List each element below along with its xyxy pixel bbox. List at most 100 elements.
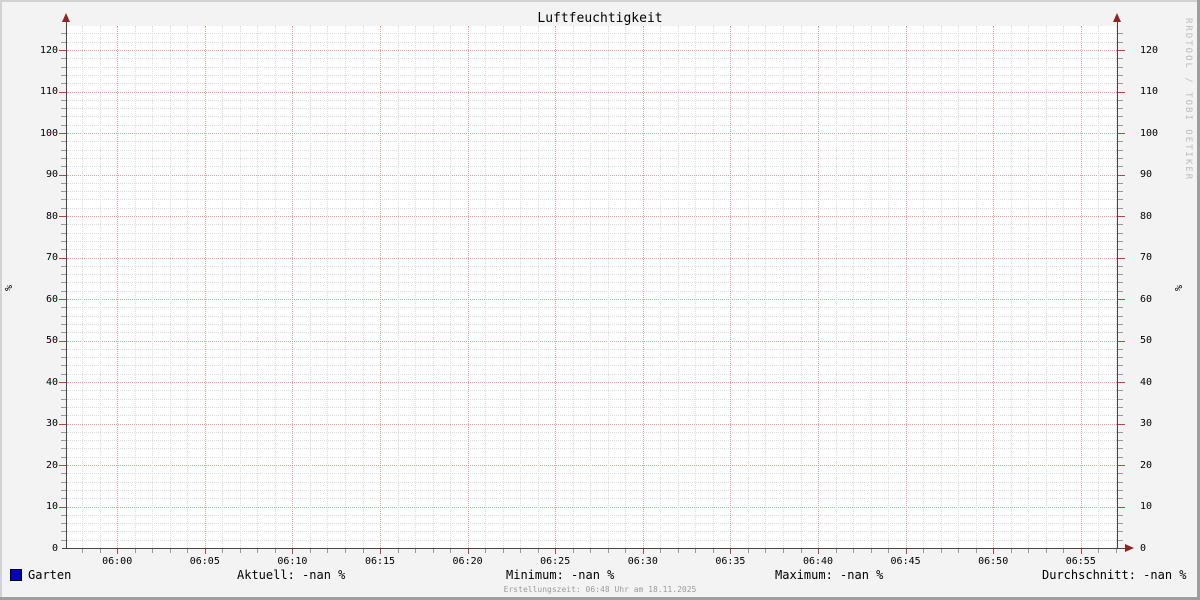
x-axis-tick-major [380, 549, 381, 554]
x-axis-tick-minor [695, 549, 696, 553]
gridline-h-minor [67, 199, 1117, 200]
x-axis-tick-major [643, 549, 644, 554]
y-axis-tick-label-left: 50 [24, 334, 58, 347]
y-axis-tick-minor [61, 291, 66, 292]
gridline-v-major [818, 26, 819, 548]
gridline-h-minor [67, 482, 1117, 483]
gridline-h-minor [67, 42, 1117, 43]
gridline-v-minor [363, 26, 364, 548]
gridline-v-minor [590, 26, 591, 548]
y-axis-tick-major [1118, 424, 1125, 425]
y-axis-tick-minor [61, 473, 66, 474]
y-axis-tick-minor [61, 125, 66, 126]
gridline-v-major [292, 26, 293, 548]
y-axis-tick-minor [1118, 108, 1123, 109]
y-axis-tick-label-right: 70 [1140, 251, 1180, 264]
x-axis-tick-label: 06:00 [88, 555, 146, 568]
gridline-h-minor [67, 233, 1117, 234]
gridline-v-minor [853, 26, 854, 548]
y-axis-tick-label-left: 20 [24, 459, 58, 472]
x-axis-tick-label: 06:50 [964, 555, 1022, 568]
gridline-h-minor [67, 150, 1117, 151]
x-axis-tick-minor [573, 549, 574, 553]
gridline-h-minor [67, 291, 1117, 292]
gridline-v-minor [941, 26, 942, 548]
y-axis-tick-minor [61, 67, 66, 68]
y-axis-tick-minor [1118, 224, 1123, 225]
y-axis-tick-major [1118, 50, 1125, 51]
plot-area [67, 26, 1117, 548]
y-axis-tick-label-right: 50 [1140, 334, 1180, 347]
gridline-h-minor [67, 515, 1117, 516]
x-axis-tick-minor [240, 549, 241, 553]
y-axis-tick-minor [1118, 233, 1123, 234]
gridline-v-minor [573, 26, 574, 548]
y-axis-tick-minor [1118, 83, 1123, 84]
y-axis-tick-minor [61, 166, 66, 167]
gridline-v-minor [240, 26, 241, 548]
gridline-h-minor [67, 473, 1117, 474]
gridline-h-minor [67, 357, 1117, 358]
gridline-v-minor [836, 26, 837, 548]
legend-stat-maximum: Maximum: -nan % [775, 568, 883, 583]
y-axis-tick-minor [61, 357, 66, 358]
y-axis-tick-minor [61, 432, 66, 433]
y-axis-tick-label-left: 30 [24, 417, 58, 430]
y-axis-tick-label-left: 120 [24, 44, 58, 57]
y-axis-tick-minor [61, 233, 66, 234]
rrdtool-watermark: RRDTOOL / TOBI OETIKER [1183, 18, 1193, 181]
y-axis-tick-major [1118, 465, 1125, 466]
y-axis-tick-major [59, 50, 66, 51]
x-axis-tick-minor [923, 549, 924, 553]
gridline-v-minor [1063, 26, 1064, 548]
x-axis-tick-label: 06:40 [789, 555, 847, 568]
creation-timestamp: Erstellungszeit: 06:48 Uhr am 18.11.2025 [0, 585, 1200, 594]
y-axis-tick-major [1118, 341, 1125, 342]
y-axis-tick-minor [1118, 490, 1123, 491]
gridline-h-minor [67, 407, 1117, 408]
y-axis-tick-minor [1118, 390, 1123, 391]
y-axis-tick-label-right: 20 [1140, 459, 1180, 472]
y-axis-tick-minor [1118, 407, 1123, 408]
gridline-h-minor [67, 83, 1117, 84]
x-axis-tick-minor [363, 549, 364, 553]
x-axis-tick-minor [1098, 549, 1099, 553]
x-axis-tick-minor [433, 549, 434, 553]
gridline-v-minor [100, 26, 101, 548]
y-axis-tick-major [1118, 175, 1125, 176]
gridline-h-minor [67, 208, 1117, 209]
gridline-v-minor [660, 26, 661, 548]
x-axis-tick-minor [310, 549, 311, 553]
y-axis-tick-minor [61, 183, 66, 184]
y-axis-right [1117, 22, 1118, 549]
x-axis-tick-minor [1028, 549, 1029, 553]
gridline-h-minor [67, 531, 1117, 532]
x-axis-tick-label: 06:10 [263, 555, 321, 568]
gridline-h-minor [67, 390, 1117, 391]
gridline-h-major [67, 50, 1117, 51]
gridline-v-major [205, 26, 206, 548]
y-axis-tick-minor [1118, 349, 1123, 350]
gridline-h-minor [67, 457, 1117, 458]
gridline-v-minor [327, 26, 328, 548]
y-axis-tick-minor [61, 150, 66, 151]
x-axis-tick-major [117, 549, 118, 554]
y-axis-tick-minor [61, 224, 66, 225]
gridline-v-minor [275, 26, 276, 548]
x-axis-tick-major [555, 549, 556, 554]
y-axis-tick-minor [1118, 515, 1123, 516]
y-axis-tick-minor [61, 75, 66, 76]
x-axis-tick-minor [485, 549, 486, 553]
x-axis-tick-major [468, 549, 469, 554]
gridline-v-minor [871, 26, 872, 548]
gridline-h-minor [67, 440, 1117, 441]
y-axis-tick-minor [61, 407, 66, 408]
x-axis-tick-minor [82, 549, 83, 553]
y-axis-tick-minor [61, 158, 66, 159]
y-axis-tick-label-right: 90 [1140, 168, 1180, 181]
y-axis-tick-minor [1118, 241, 1123, 242]
rrdtool-graph: Luftfeuchtigkeit % % RRDTOOL / TOBI OETI… [0, 0, 1200, 600]
gridline-h-minor [67, 307, 1117, 308]
x-axis-tick-minor [275, 549, 276, 553]
y-axis-tick-minor [61, 191, 66, 192]
